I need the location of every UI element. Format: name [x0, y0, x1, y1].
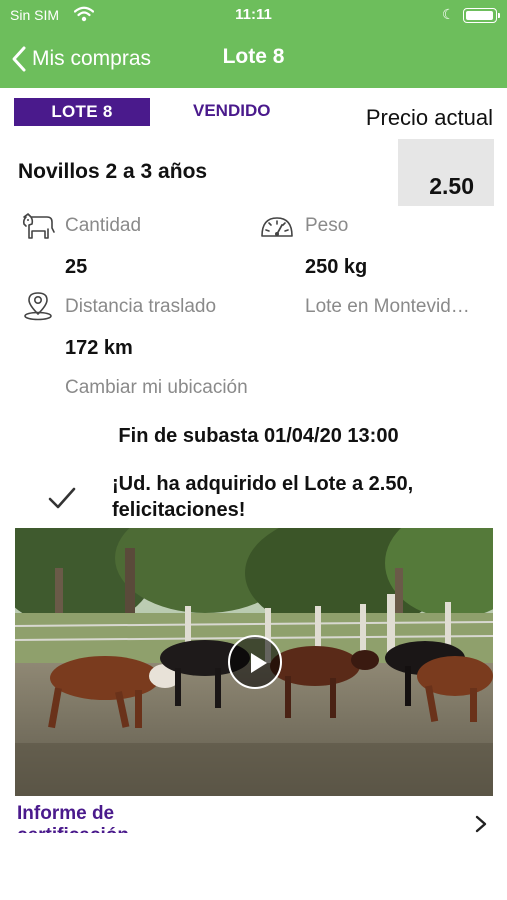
- price-value: 2.50: [429, 173, 474, 199]
- weight-label: Peso: [305, 215, 349, 236]
- auction-end-date: Fin de subasta 01/04/20 13:00: [118, 425, 399, 447]
- weight-value: 250 kg: [305, 256, 368, 278]
- play-button[interactable]: [228, 635, 282, 689]
- scale-gauge-icon: [261, 217, 293, 237]
- location-pin-icon: [24, 292, 52, 321]
- location-label: Lote en Montevid…: [305, 296, 470, 317]
- distance-label: Distancia traslado: [65, 296, 217, 317]
- certification-report-link[interactable]: Informe de certificación: [17, 803, 493, 833]
- status-badge: VENDIDO: [193, 101, 271, 120]
- distance-value: 172 km: [65, 337, 133, 359]
- play-icon: [251, 653, 267, 673]
- lot-name: Novillos 2 a 3 años: [18, 160, 208, 183]
- lot-video[interactable]: [15, 528, 493, 796]
- chevron-right-icon: [475, 815, 487, 833]
- battery-icon: [463, 8, 500, 23]
- clock: 11:11: [235, 6, 272, 23]
- page-title: Lote 8: [222, 45, 285, 68]
- quantity-value: 25: [65, 256, 88, 278]
- quantity-label: Cantidad: [65, 215, 142, 236]
- moon-icon: ☾: [442, 6, 455, 22]
- purchase-confirmation-message: ¡Ud. ha adquirido el Lote a 2.50, felici…: [112, 473, 414, 521]
- change-location-link[interactable]: Cambiar mi ubicación: [65, 377, 248, 399]
- certification-report-label: Informe de certificación: [17, 803, 129, 833]
- lot-badge: LOTE 8: [14, 98, 150, 126]
- checkmark-icon: [48, 487, 76, 509]
- price-box: 2.50: [398, 139, 494, 206]
- price-label: Precio actual: [365, 105, 493, 130]
- navigation-bar: Mis compras Lote 8: [0, 30, 507, 88]
- cow-icon: [22, 213, 55, 239]
- status-bar: Sin SIM 11:11 ☾: [0, 0, 507, 30]
